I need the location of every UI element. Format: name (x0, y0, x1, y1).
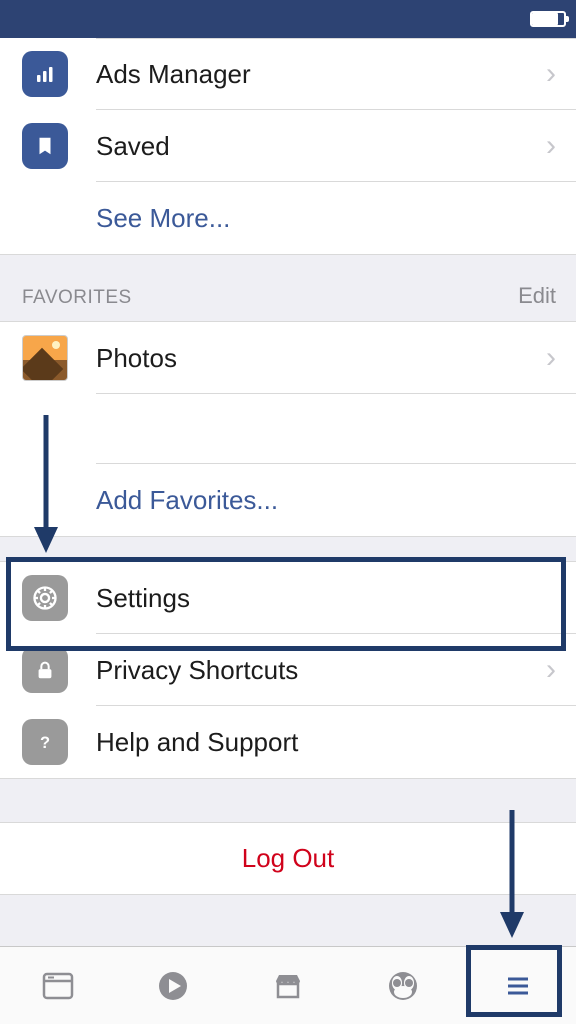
tab-bar (0, 946, 576, 1024)
logout-button[interactable]: Log Out (0, 823, 576, 895)
menu-item-label: Ads Manager (96, 59, 546, 90)
see-more-link[interactable]: See More... (0, 182, 576, 254)
bookmark-icon (22, 123, 68, 169)
svg-text:?: ? (40, 734, 50, 752)
section-gap (0, 536, 576, 562)
tab-feed[interactable] (0, 947, 115, 1024)
settings-section: Settings Privacy Shortcuts › ? Help and … (0, 562, 576, 778)
bar-chart-icon (22, 51, 68, 97)
favorites-edit-button[interactable]: Edit (518, 283, 556, 309)
menu-item-ads-manager[interactable]: Ads Manager › (0, 38, 576, 110)
see-more-label: See More... (96, 203, 230, 234)
favorites-section: Photos › Add Favorites... (0, 321, 576, 536)
add-favorites-label: Add Favorites... (96, 485, 278, 516)
photos-icon (22, 335, 68, 381)
chevron-right-icon: › (546, 653, 556, 687)
settings-item-label: Settings (96, 583, 556, 614)
question-icon: ? (22, 719, 68, 765)
add-favorites-link[interactable]: Add Favorites... (0, 464, 576, 536)
chevron-right-icon: › (546, 129, 556, 163)
favorites-item-photos[interactable]: Photos › (0, 322, 576, 394)
empty-favorite-slot (0, 394, 576, 464)
favorites-item-label: Photos (96, 343, 546, 374)
favorites-header: FAVORITES Edit (0, 255, 576, 321)
favorites-title: FAVORITES (22, 287, 132, 309)
screen: Ads Manager › Saved › See More... FAVORI… (0, 0, 576, 1024)
tab-video[interactable] (115, 947, 230, 1024)
tab-notifications[interactable] (346, 947, 461, 1024)
chevron-right-icon: › (546, 57, 556, 91)
privacy-shortcuts-item[interactable]: Privacy Shortcuts › (0, 634, 576, 706)
menu-item-saved[interactable]: Saved › (0, 110, 576, 182)
settings-item[interactable]: Settings (0, 562, 576, 634)
section-gap (0, 778, 576, 823)
gear-icon (22, 575, 68, 621)
help-support-item[interactable]: ? Help and Support (0, 706, 576, 778)
privacy-item-label: Privacy Shortcuts (96, 655, 546, 686)
menu-section: Ads Manager › Saved › See More... (0, 38, 576, 255)
chevron-right-icon: › (546, 341, 556, 375)
battery-icon (530, 11, 566, 27)
status-bar (0, 0, 576, 38)
tab-menu[interactable] (461, 947, 576, 1024)
lock-icon (22, 647, 68, 693)
logout-label: Log Out (242, 843, 335, 874)
tab-marketplace[interactable] (230, 947, 345, 1024)
help-item-label: Help and Support (96, 727, 556, 758)
menu-item-label: Saved (96, 131, 546, 162)
